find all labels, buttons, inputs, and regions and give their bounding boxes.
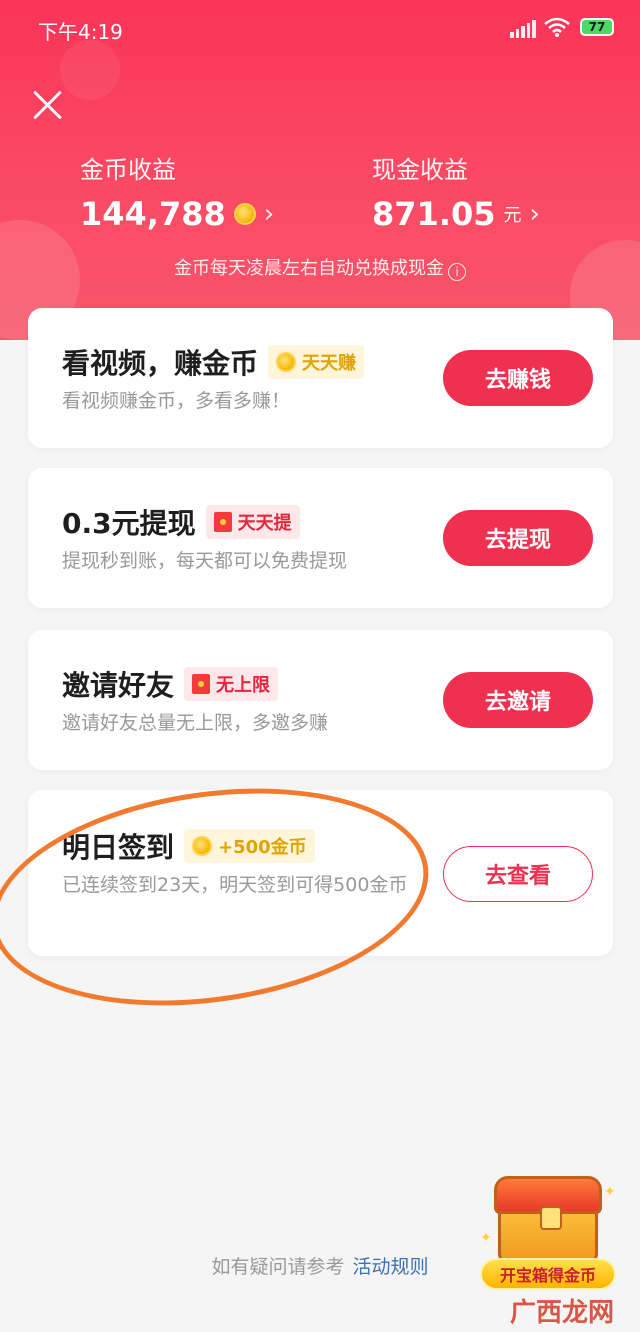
cash-unit: 元 <box>503 205 522 226</box>
coin-income-label: 金币收益 <box>80 156 176 184</box>
task-subtitle: 邀请好友总量无上限，多邀多赚 <box>62 712 329 734</box>
task-title: 邀请好友 <box>62 669 175 702</box>
coin-icon <box>233 203 256 225</box>
earnings-header: 下午4:19 77 金币收益 144,788 › 现金收益 871.05 元 ›… <box>0 0 640 340</box>
task-card-watch-video: 看视频，赚金币 天天赚 看视频赚金币，多看多赚！ 去赚钱 <box>28 308 613 448</box>
info-icon[interactable]: i <box>448 263 466 281</box>
task-tag: 天天赚 <box>268 345 365 379</box>
treasure-chest-widget[interactable]: ✦ ✦ 开宝箱得金币 <box>480 1170 620 1300</box>
footer-text: 如有疑问请参考 <box>211 1256 345 1278</box>
task-subtitle: 看视频赚金币，多看多赚！ <box>62 390 291 412</box>
task-title: 0.3元提现 <box>62 507 196 540</box>
cash-income-value: 871.05 <box>372 195 496 233</box>
cash-income-label: 现金收益 <box>372 156 468 184</box>
wifi-icon <box>544 17 570 37</box>
task-tag: 天天提 <box>205 505 300 539</box>
red-envelope-icon <box>213 512 232 532</box>
watermark: 广西龙网 <box>510 1298 615 1328</box>
exchange-note-text: 金币每天凌晨左右自动兑换成现金 <box>174 258 444 279</box>
task-subtitle: 提现秒到账，每天都可以免费提现 <box>62 550 348 572</box>
invite-button[interactable]: 去邀请 <box>443 672 593 728</box>
status-bar: 下午4:19 77 <box>0 0 640 56</box>
task-title: 看视频，赚金币 <box>62 347 259 380</box>
lock-icon <box>540 1206 562 1230</box>
task-tag-label: 天天赚 <box>302 353 357 374</box>
treasure-chest-label: 开宝箱得金币 <box>480 1258 616 1290</box>
cash-income[interactable]: 现金收益 871.05 元 › <box>372 150 540 233</box>
coin-income-value: 144,788 <box>80 195 226 233</box>
status-time: 下午4:19 <box>38 20 123 44</box>
battery-icon: 77 <box>580 18 614 36</box>
view-checkin-button[interactable]: 去查看 <box>443 846 593 902</box>
close-button[interactable] <box>30 88 64 122</box>
exchange-note: 金币每天凌晨左右自动兑换成现金 i <box>0 254 640 281</box>
task-tag: 无上限 <box>184 667 279 701</box>
coin-icon <box>276 352 297 372</box>
coin-income[interactable]: 金币收益 144,788 › <box>80 150 274 233</box>
task-card-invite: 邀请好友 无上限 邀请好友总量无上限，多邀多赚 去邀请 <box>28 630 613 770</box>
activity-rules-link[interactable]: 活动规则 <box>353 1256 429 1278</box>
chevron-right-icon: › <box>529 199 540 229</box>
earn-money-button[interactable]: 去赚钱 <box>443 350 593 406</box>
task-tag-label: 无上限 <box>216 675 271 696</box>
signal-icon <box>510 20 536 38</box>
chevron-right-icon: › <box>263 199 275 229</box>
withdraw-button[interactable]: 去提现 <box>443 510 593 566</box>
task-tag-label: 天天提 <box>237 513 292 534</box>
task-card-withdraw: 0.3元提现 天天提 提现秒到账，每天都可以免费提现 去提现 <box>28 468 613 608</box>
red-envelope-icon <box>192 674 211 694</box>
